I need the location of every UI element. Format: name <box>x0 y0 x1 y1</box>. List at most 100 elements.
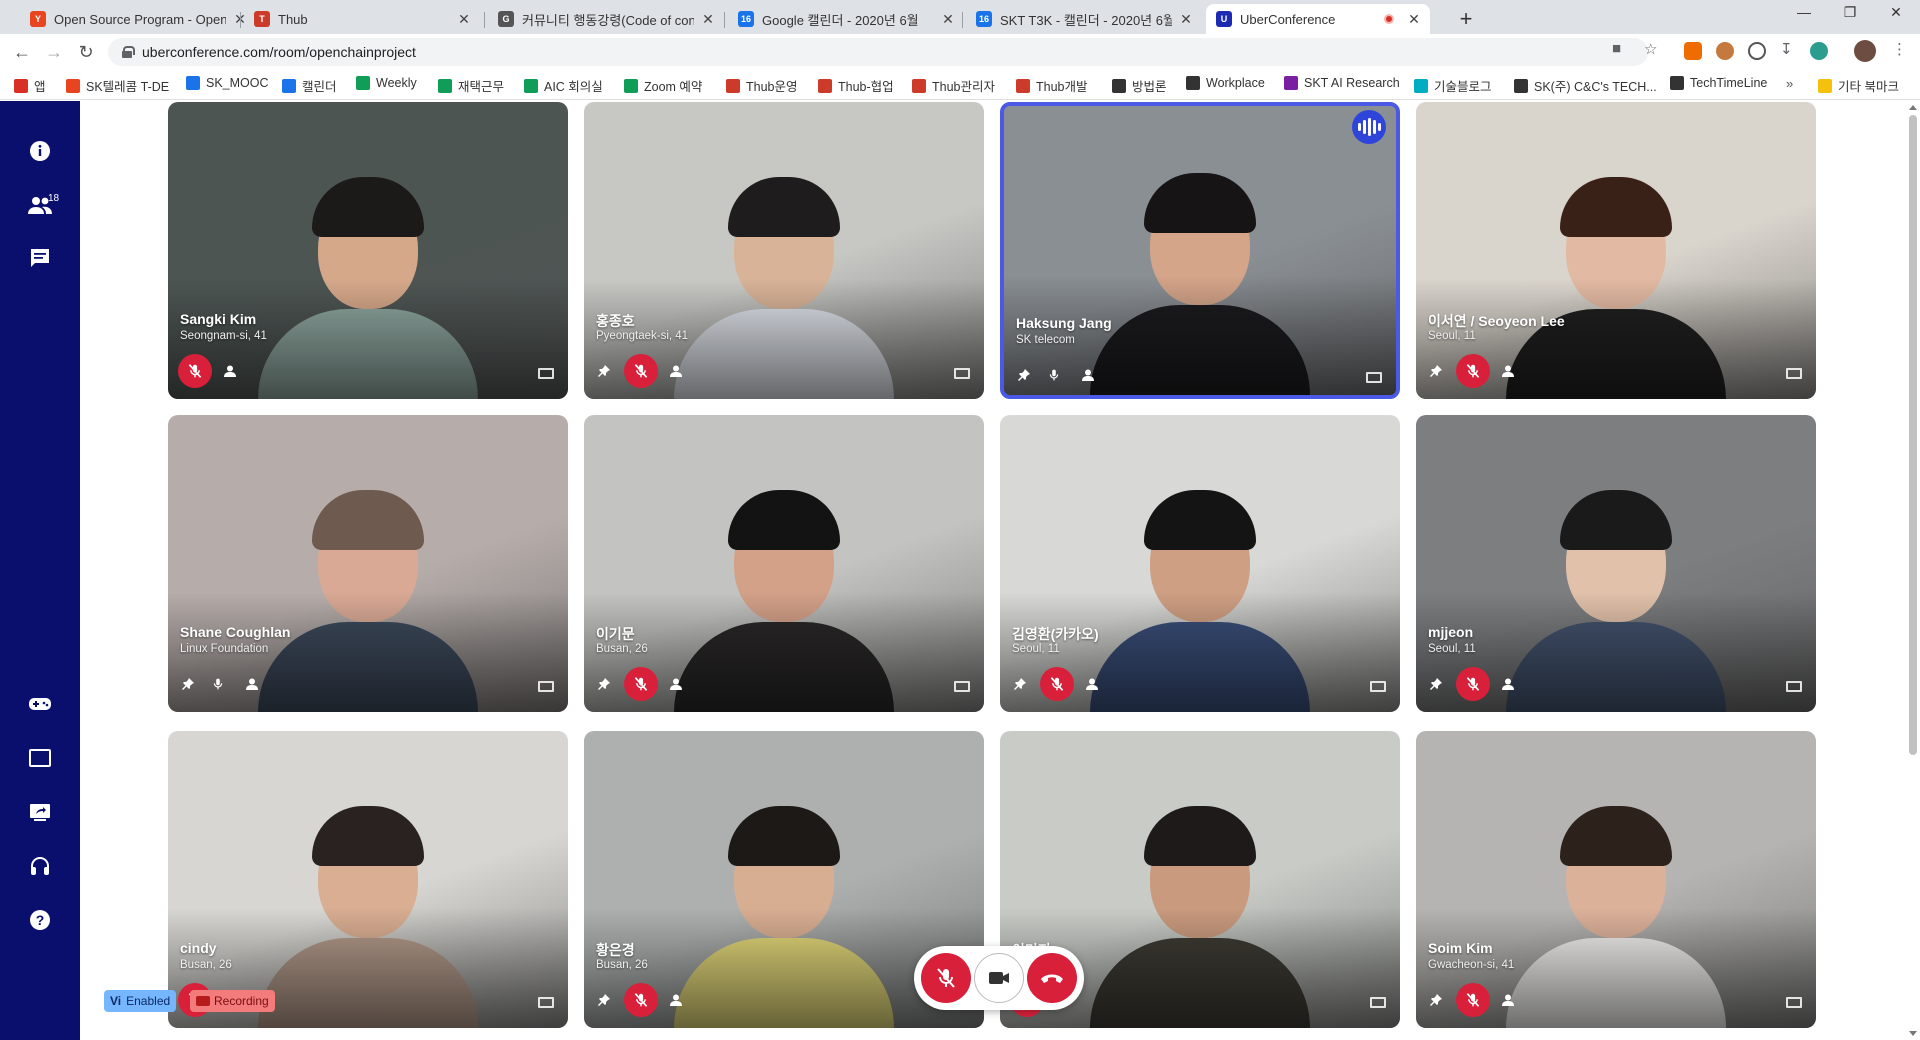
bookmark-item[interactable]: 캘린더 <box>282 76 337 95</box>
browser-tab[interactable]: 16 SKT T3K - 캘린더 - 2020년 6월 ✕ <box>966 4 1202 34</box>
help-icon[interactable]: ? <box>24 904 56 936</box>
bookmark-item[interactable]: 방법론 <box>1112 76 1167 95</box>
bookmark-item[interactable]: 기타 북마크 <box>1818 76 1899 95</box>
bookmark-item[interactable]: Weekly <box>356 76 417 90</box>
screen-view-icon[interactable] <box>538 681 554 692</box>
extension-icon[interactable] <box>1748 42 1766 60</box>
muted-mic-button[interactable] <box>1456 667 1490 701</box>
tab-close-icon[interactable]: ✕ <box>456 11 472 28</box>
bookmark-item[interactable]: Thub운영 <box>726 76 798 95</box>
chat-icon[interactable] <box>24 242 56 274</box>
reload-icon[interactable]: ↻ <box>74 40 98 64</box>
screen-view-icon[interactable] <box>538 997 554 1008</box>
tab-close-icon[interactable]: ✕ <box>940 11 956 28</box>
vertical-scrollbar[interactable] <box>1906 101 1920 1040</box>
browser-tab[interactable]: 16 Google 캘린더 - 2020년 6월 ✕ <box>728 4 964 34</box>
scrollbar-thumb[interactable] <box>1909 115 1917 755</box>
bookmark-item[interactable]: 앱 <box>14 76 46 95</box>
bookmark-item[interactable]: Thub관리자 <box>912 76 995 95</box>
bookmark-item[interactable]: 재택근무 <box>438 76 504 95</box>
participant-tile[interactable]: Sangki Kim Seongnam-si, 41 <box>168 102 568 399</box>
bookmark-item[interactable]: Workplace <box>1186 76 1265 90</box>
profile-button[interactable] <box>666 674 686 694</box>
profile-button[interactable] <box>666 990 686 1010</box>
info-icon[interactable] <box>24 135 56 167</box>
pin-button[interactable] <box>1010 674 1030 694</box>
muted-mic-button[interactable] <box>624 667 658 701</box>
screen-icon[interactable] <box>24 742 56 774</box>
pin-button[interactable] <box>178 674 198 694</box>
muted-mic-button[interactable] <box>1040 667 1074 701</box>
participant-tile[interactable]: 이기문 Busan, 26 <box>584 415 984 712</box>
extension-icon[interactable] <box>1716 42 1734 60</box>
close-window-button[interactable]: ✕ <box>1876 4 1916 21</box>
download-icon[interactable]: ↧ <box>1780 40 1793 58</box>
browser-tab[interactable]: T Thub ✕ <box>244 4 480 34</box>
bookmark-item[interactable]: SK_MOOC <box>186 76 269 90</box>
minimize-button[interactable]: — <box>1784 4 1824 20</box>
forward-icon[interactable]: → <box>42 40 66 64</box>
screen-view-icon[interactable] <box>1786 368 1802 379</box>
muted-mic-button[interactable] <box>178 354 212 388</box>
pin-button[interactable] <box>1014 365 1034 385</box>
bookmark-item[interactable]: 기술블로그 <box>1414 76 1492 95</box>
tab-close-icon[interactable]: ✕ <box>1178 11 1194 28</box>
pin-button[interactable] <box>594 361 614 381</box>
browser-tab[interactable]: G 커뮤니티 행동강령(Code of con ✕ <box>488 4 724 34</box>
new-tab-button[interactable]: + <box>1454 6 1478 32</box>
pin-button[interactable] <box>1426 674 1446 694</box>
participant-tile[interactable]: Shane Coughlan Linux Foundation <box>168 415 568 712</box>
address-bar[interactable]: uberconference.com/room/openchainproject <box>108 38 1648 66</box>
tab-close-icon[interactable]: ✕ <box>700 11 716 28</box>
participant-tile[interactable]: 이서연 / Seoyeon Lee Seoul, 11 <box>1416 102 1816 399</box>
participant-tile[interactable]: mjjeon Seoul, 11 <box>1416 415 1816 712</box>
screen-view-icon[interactable] <box>1370 997 1386 1008</box>
profile-button[interactable] <box>1082 674 1102 694</box>
avatar[interactable] <box>1854 40 1876 62</box>
pin-button[interactable] <box>1426 361 1446 381</box>
screen-view-icon[interactable] <box>1786 681 1802 692</box>
screen-view-icon[interactable] <box>538 368 554 379</box>
tab-close-icon[interactable]: ✕ <box>1406 11 1422 28</box>
profile-button[interactable] <box>666 361 686 381</box>
mute-mic-button[interactable] <box>921 953 972 1003</box>
screen-view-icon[interactable] <box>1370 681 1386 692</box>
vi-enabled-badge[interactable]: Vi Enabled <box>104 990 177 1012</box>
browser-tab[interactable]: YOpen Source Program - Open S✕ <box>20 4 256 34</box>
muted-mic-button[interactable] <box>624 354 658 388</box>
share-screen-icon[interactable] <box>24 796 56 828</box>
menu-dots-icon[interactable]: ⋮ <box>1892 40 1907 58</box>
back-icon[interactable]: ← <box>10 40 34 64</box>
bookmark-item[interactable]: Thub-협업 <box>818 76 894 95</box>
bookmark-item[interactable]: AIC 회의실 <box>524 76 603 95</box>
bookmark-item[interactable]: SKT AI Research <box>1284 76 1400 90</box>
screen-view-icon[interactable] <box>954 368 970 379</box>
pin-button[interactable] <box>594 674 614 694</box>
mic-button[interactable] <box>208 674 228 694</box>
bookmark-item[interactable]: Zoom 예약 <box>624 76 702 95</box>
gamepad-icon[interactable] <box>24 688 56 720</box>
scroll-up-icon[interactable] <box>1909 105 1917 110</box>
profile-button[interactable] <box>1498 674 1518 694</box>
camera-toggle-button[interactable] <box>973 953 1024 1003</box>
pin-button[interactable] <box>594 990 614 1010</box>
muted-mic-button[interactable] <box>1456 983 1490 1017</box>
mic-button[interactable] <box>1044 365 1064 385</box>
bookmark-item[interactable]: SK(주) C&C's TECH... <box>1514 76 1657 95</box>
participant-tile[interactable]: 김영환(카카오) Seoul, 11 <box>1000 415 1400 712</box>
headset-icon[interactable] <box>24 850 56 882</box>
extension-icon[interactable] <box>1684 42 1702 60</box>
more-bookmarks-icon[interactable]: » <box>1786 76 1793 91</box>
scroll-down-icon[interactable] <box>1909 1031 1917 1036</box>
participant-tile[interactable]: cindy Busan, 26 <box>168 731 568 1028</box>
participant-tile[interactable]: Soim Kim Gwacheon-si, 41 <box>1416 731 1816 1028</box>
profile-button[interactable] <box>242 674 262 694</box>
screen-view-icon[interactable] <box>954 681 970 692</box>
participant-tile[interactable]: 홍종호 Pyeongtaek-si, 41 <box>584 102 984 399</box>
muted-mic-button[interactable] <box>1456 354 1490 388</box>
screen-view-icon[interactable] <box>1366 372 1382 383</box>
pin-button[interactable] <box>1426 990 1446 1010</box>
hang-up-button[interactable] <box>1026 953 1077 1003</box>
recording-badge[interactable]: Recording <box>190 990 275 1012</box>
star-icon[interactable]: ☆ <box>1644 40 1657 58</box>
